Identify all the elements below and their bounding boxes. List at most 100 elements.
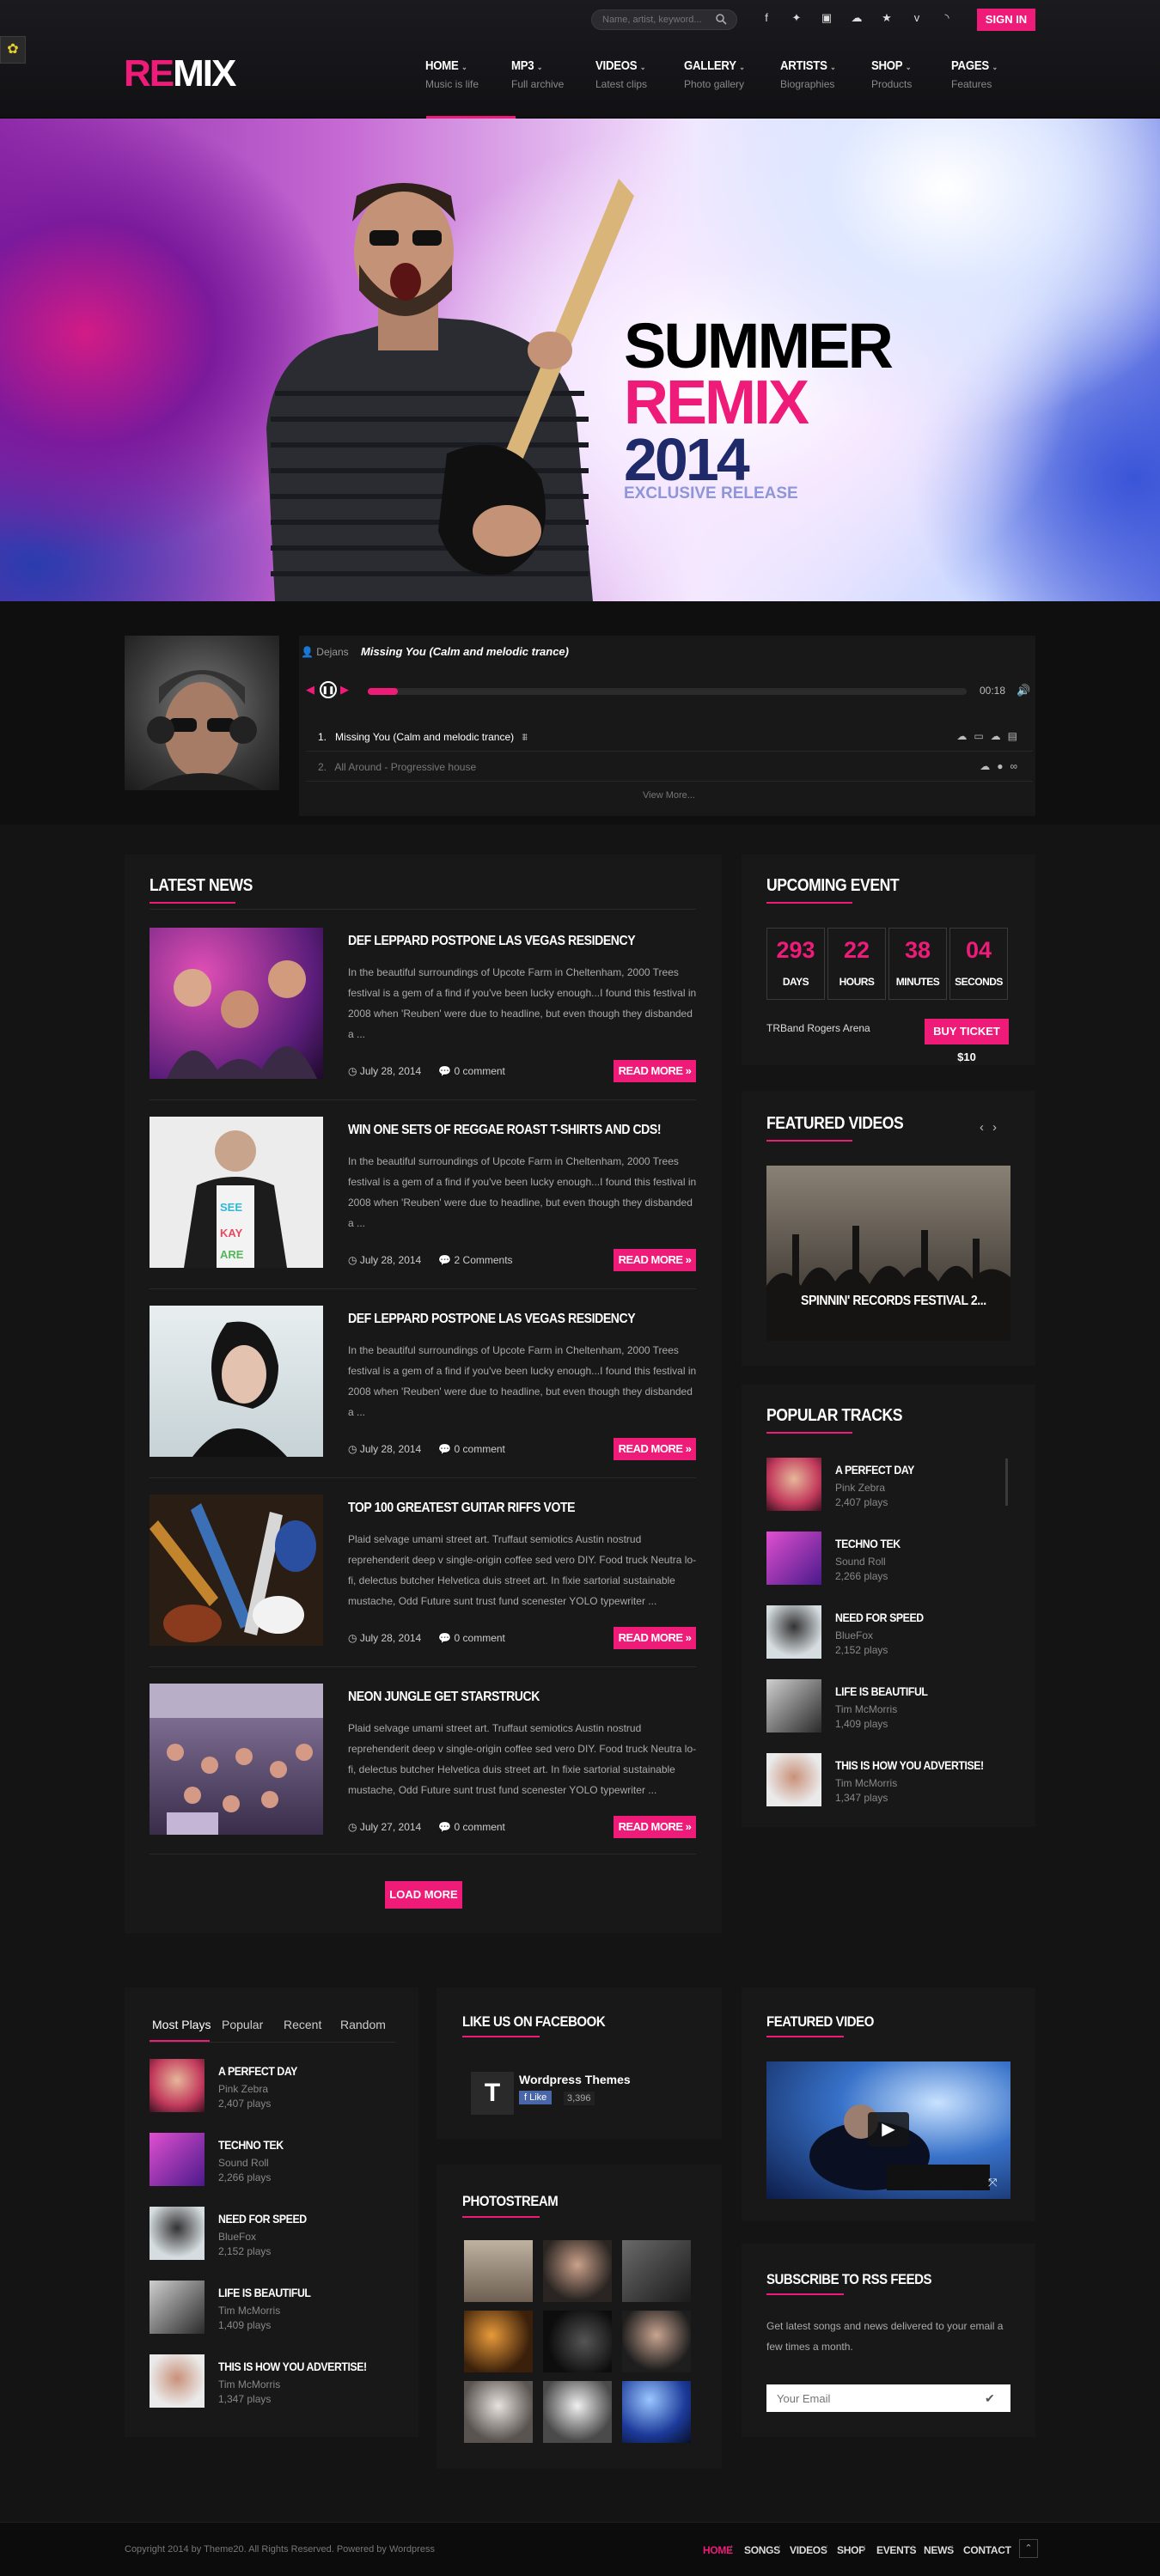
logo[interactable]: REMIX <box>124 53 236 94</box>
read-more-button[interactable]: READ MORE » <box>614 1627 696 1649</box>
plays-track-item[interactable]: A PERFECT DAY Pink Zebra 2,407 plays <box>150 2059 399 2133</box>
popular-track-item[interactable]: NEED FOR SPEED BlueFox 2,152 plays <box>766 1605 1016 1679</box>
news-title[interactable]: WIN ONE SETS OF REGGAE ROAST T-SHIRTS AN… <box>348 1123 662 1138</box>
instagram-icon[interactable]: ▣ <box>819 10 834 26</box>
plays-track-item[interactable]: NEED FOR SPEED BlueFox 2,152 plays <box>150 2207 399 2281</box>
tab-popular[interactable]: Popular <box>222 2018 263 2031</box>
news-thumbnail[interactable]: SEE KAY ARE <box>150 1117 323 1268</box>
facebook-like-button[interactable]: f Like <box>519 2091 553 2104</box>
popular-track-item[interactable]: TECHNO TEK Sound Roll 2,266 plays <box>766 1532 1016 1605</box>
photostream-image[interactable] <box>464 2240 533 2302</box>
news-title[interactable]: TOP 100 GREATEST GUITAR RIFFS VOTE <box>348 1501 576 1516</box>
news-title[interactable]: DEF LEPPARD POSTPONE LAS VEGAS RESIDENCY <box>348 1312 636 1327</box>
news-thumbnail[interactable] <box>150 928 323 1079</box>
plays-track-item[interactable]: TECHNO TEK Sound Roll 2,266 plays <box>150 2133 399 2207</box>
buy-ticket-button[interactable]: BUY TICKET $10 <box>925 1019 1009 1063</box>
title-underline <box>766 902 852 904</box>
load-more-button[interactable]: LOAD MORE <box>385 1881 462 1909</box>
svg-text:KAY: KAY <box>220 1227 243 1239</box>
news-title[interactable]: NEON JUNGLE GET STARSTRUCK <box>348 1690 540 1705</box>
nav-item-shop[interactable]: SHOP ⌄ Products <box>871 58 957 119</box>
footer-nav-shop[interactable]: SHOP <box>837 2544 865 2556</box>
photostream-image[interactable] <box>464 2311 533 2372</box>
photostream-image[interactable] <box>543 2311 612 2372</box>
sign-in-button[interactable]: SIGN IN <box>977 9 1035 31</box>
facebook-page-logo[interactable]: T <box>471 2072 514 2115</box>
fullscreen-icon[interactable]: ⤧ <box>988 2176 997 2189</box>
popular-track-item[interactable]: A PERFECT DAY Pink Zebra 2,407 plays <box>766 1458 1016 1532</box>
nav-item-home[interactable]: HOME ⌄ Music is life <box>425 58 511 119</box>
hero-line-3: 2014 <box>624 426 750 493</box>
read-more-button[interactable]: READ MORE » <box>614 1060 696 1082</box>
news-meta: ◷ July 27, 2014 💬 0 comment <box>348 1821 505 1833</box>
facebook-icon[interactable]: f <box>759 10 774 26</box>
news-thumbnail[interactable] <box>150 1684 323 1835</box>
news-thumbnail[interactable] <box>150 1306 323 1457</box>
rss-icon[interactable]: ◝ <box>939 10 955 26</box>
title-underline <box>462 2036 540 2037</box>
footer-nav-news[interactable]: NEWS <box>924 2544 954 2556</box>
previous-icon[interactable]: ◀ <box>306 683 314 697</box>
file-icon: ▤ <box>1007 730 1024 742</box>
view-more-link[interactable]: View More... <box>643 790 695 801</box>
footer-nav-songs[interactable]: SONGS <box>744 2544 780 2556</box>
read-more-button[interactable]: READ MORE » <box>614 1438 696 1460</box>
footer-nav-videos[interactable]: VIDEOS <box>790 2544 827 2556</box>
plays-track-item[interactable]: THIS IS HOW YOU ADVERTISE! Tim McMorris 1,… <box>150 2354 399 2428</box>
carousel-arrows[interactable]: ‹› <box>980 1120 1005 1135</box>
news-thumbnail[interactable] <box>150 1495 323 1646</box>
hero-headline: SUMMER REMIX 2014 EXCLUSIVE RELEASE <box>624 314 894 503</box>
photostream-image[interactable] <box>543 2240 612 2302</box>
track-row[interactable]: 2. All Around - Progressive house ☁●∞ <box>306 752 1033 782</box>
photostream-image[interactable] <box>464 2381 533 2443</box>
footer-nav-contact[interactable]: CONTACT <box>963 2544 1011 2556</box>
read-more-button[interactable]: READ MORE » <box>614 1816 696 1838</box>
title-underline <box>766 1432 852 1434</box>
photostream-image[interactable] <box>543 2381 612 2443</box>
title-underline <box>766 1140 852 1142</box>
popular-track-item[interactable]: THIS IS HOW YOU ADVERTISE! Tim McMorris 1,… <box>766 1753 1016 1827</box>
check-icon[interactable]: ✔ <box>985 2391 995 2406</box>
track-thumbnail <box>766 1605 821 1659</box>
track-row[interactable]: 1. Missing You (Calm and melodic trance)… <box>306 722 1033 752</box>
nav-item-videos[interactable]: VIDEOS ⌄ Latest clips <box>595 58 681 119</box>
chevron-right-icon: › <box>992 1120 1005 1135</box>
volume-icon[interactable]: 🔊 <box>1017 684 1030 697</box>
star-icon[interactable]: ★ <box>879 10 894 26</box>
footer-separator: / <box>911 2544 914 2555</box>
play-button[interactable]: ▶ <box>868 2112 909 2147</box>
tab-most-plays[interactable]: Most Plays <box>152 2018 211 2031</box>
comment-icon: 💬 <box>438 1254 452 1266</box>
facebook-page-name[interactable]: Wordpress Themes <box>519 2073 631 2086</box>
nav-item-artists[interactable]: ARTISTS ⌄ Biographies <box>780 58 866 119</box>
featured-video-caption[interactable]: SPINNIN' RECORDS FESTIVAL 2... <box>801 1294 986 1309</box>
photostream-image[interactable] <box>622 2311 691 2372</box>
featured-video-thumbnail[interactable] <box>766 1166 1010 1341</box>
email-field[interactable] <box>766 2384 1010 2412</box>
nav-item-gallery[interactable]: GALLERY ⌄ Photo gallery <box>684 58 770 119</box>
countdown-seconds: 04 SECONDS <box>949 928 1008 1000</box>
news-meta: ◷ July 28, 2014 💬 2 Comments <box>348 1254 513 1266</box>
pause-button[interactable]: ❚❚ <box>320 681 337 698</box>
vimeo-icon[interactable]: v <box>909 10 925 26</box>
plays-track-item[interactable]: LIFE IS BEAUTIFUL Tim McMorris 1,409 plays <box>150 2281 399 2354</box>
photostream-image[interactable] <box>622 2381 691 2443</box>
search-icon[interactable] <box>715 13 727 25</box>
soundcloud-icon[interactable]: ☁ <box>849 10 864 26</box>
settings-icon[interactable]: ✿ <box>0 36 26 64</box>
footer-nav-home[interactable]: HOME <box>703 2544 733 2556</box>
popular-track-item[interactable]: LIFE IS BEAUTIFUL Tim McMorris 1,409 plays <box>766 1679 1016 1753</box>
next-icon[interactable]: ▶ <box>340 683 349 697</box>
photostream-image[interactable] <box>622 2240 691 2302</box>
tab-recent[interactable]: Recent <box>284 2018 321 2031</box>
news-title[interactable]: DEF LEPPARD POSTPONE LAS VEGAS RESIDENCY <box>348 934 636 949</box>
player-time: 00:18 <box>980 685 1006 697</box>
read-more-button[interactable]: READ MORE » <box>614 1249 696 1271</box>
progress-bar[interactable] <box>368 688 967 695</box>
news-meta: ◷ July 28, 2014 💬 0 comment <box>348 1065 505 1077</box>
nav-item-mp3[interactable]: MP3 ⌄ Full archive <box>511 58 597 119</box>
nav-item-pages[interactable]: PAGES ⌄ Features <box>951 58 1037 119</box>
tab-random[interactable]: Random <box>340 2018 386 2031</box>
back-to-top-button[interactable]: ⌃ <box>1019 2539 1038 2558</box>
twitter-icon[interactable]: ✦ <box>789 10 804 26</box>
